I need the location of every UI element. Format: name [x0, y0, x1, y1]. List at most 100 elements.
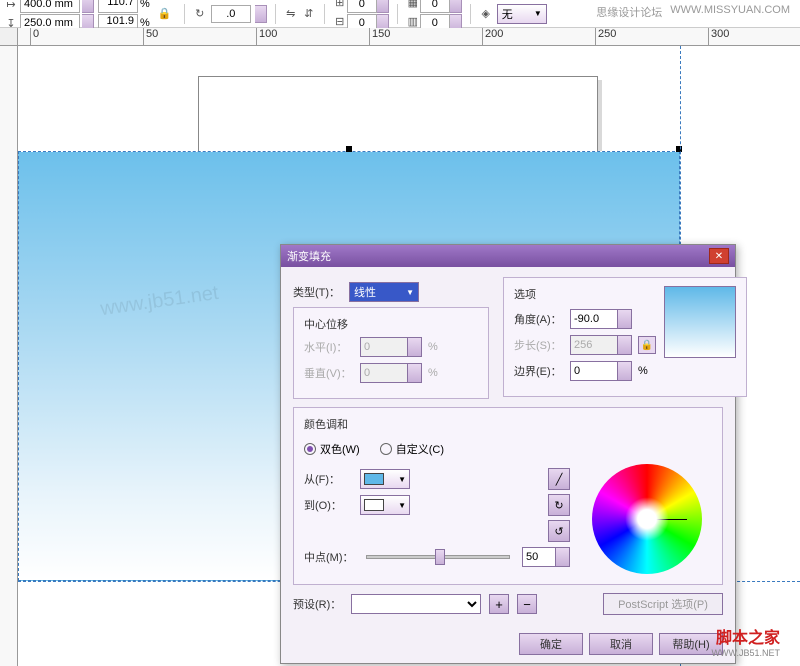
- to-swatch: [364, 499, 384, 511]
- outline-value: 无: [502, 6, 513, 22]
- steps-label: 步长(S)：: [514, 337, 564, 353]
- midpoint-input[interactable]: [522, 547, 556, 567]
- lock-aspect-icon[interactable]: 🔒: [158, 7, 172, 21]
- selection-handle[interactable]: [346, 146, 352, 152]
- grid-y-icon: ▥: [406, 14, 420, 28]
- gradient-preview: [664, 286, 736, 358]
- angle-label: 角度(A)：: [514, 311, 564, 327]
- preset-combo[interactable]: [351, 594, 481, 614]
- options-fieldset: 选项 角度(A)： 步长(S)： 🔒 边界(E)：: [503, 277, 747, 397]
- spinner[interactable]: [377, 0, 389, 13]
- edge-input[interactable]: [570, 361, 618, 381]
- dialog-body: 类型(T)： 线性▼ 中心位移 水平(I)： % 垂直(V)： %: [281, 267, 735, 625]
- ruler-tick: 200: [482, 28, 503, 46]
- cw-path-button[interactable]: ↻: [548, 494, 570, 516]
- from-color-picker[interactable]: ▼: [360, 469, 410, 489]
- midpoint-slider[interactable]: [366, 555, 510, 559]
- spinner[interactable]: [618, 309, 632, 329]
- spinner[interactable]: [618, 361, 632, 381]
- ruler-tick: 100: [256, 28, 277, 46]
- wm-bottom-en: WWW.JB51.NET: [711, 648, 780, 658]
- to-label: 到(O)：: [304, 497, 354, 513]
- preset-add-button[interactable]: +: [489, 594, 509, 614]
- spinner: [408, 363, 422, 383]
- separator: [184, 4, 185, 24]
- width-input[interactable]: [20, 0, 80, 13]
- center-offset-fieldset: 中心位移 水平(I)： % 垂直(V)： %: [293, 307, 489, 399]
- radio-icon: [380, 443, 392, 455]
- color-wheel[interactable]: [592, 464, 702, 574]
- mirror-h-icon[interactable]: ⇋: [284, 7, 298, 21]
- from-swatch: [364, 473, 384, 485]
- ruler-tick: 250: [595, 28, 616, 46]
- separator: [397, 4, 398, 24]
- ruler-tick: 0: [30, 28, 39, 46]
- color-wheel-container: [582, 464, 712, 574]
- outline-combo[interactable]: 无▼: [497, 4, 547, 24]
- preset-label: 预设(R)：: [293, 596, 343, 612]
- ruler-tick: 50: [143, 28, 158, 46]
- dup-x-input[interactable]: [347, 0, 377, 13]
- vert-input: [360, 363, 408, 383]
- close-button[interactable]: ✕: [709, 248, 729, 264]
- direct-path-button[interactable]: ╱: [548, 468, 570, 490]
- blend-label: 颜色调和: [304, 416, 712, 432]
- ruler-tick: 150: [369, 28, 390, 46]
- dialog-titlebar[interactable]: 渐变填充 ✕: [281, 245, 735, 267]
- from-label: 从(F)：: [304, 471, 354, 487]
- edge-unit: %: [638, 365, 648, 377]
- rotate-icon: ↻: [193, 7, 207, 21]
- dialog-title-text: 渐变填充: [287, 248, 331, 264]
- angle-input[interactable]: [570, 309, 618, 329]
- selection-handle[interactable]: [676, 146, 682, 152]
- width-arrow-icon: ↦: [4, 0, 18, 11]
- grid-x-input[interactable]: [420, 0, 450, 13]
- width-spinner[interactable]: [82, 0, 94, 13]
- custom-label: 自定义(C): [396, 441, 444, 457]
- radio-icon: [304, 443, 316, 455]
- dup-x-icon: ⊞: [333, 0, 347, 9]
- horiz-label: 水平(I)：: [304, 339, 354, 355]
- ok-button[interactable]: 确定: [519, 633, 583, 655]
- two-color-label: 双色(W): [320, 441, 360, 457]
- center-offset-label: 中心位移: [304, 316, 478, 332]
- lock-icon[interactable]: 🔒: [638, 336, 656, 354]
- to-color-picker[interactable]: ▼: [360, 495, 410, 515]
- type-combo[interactable]: 线性▼: [349, 282, 419, 302]
- steps-input: [570, 335, 618, 355]
- type-label: 类型(T)：: [293, 284, 343, 300]
- two-color-radio[interactable]: 双色(W): [304, 441, 360, 457]
- wm-bottom-cn: 脚本之家: [711, 624, 780, 648]
- spinner[interactable]: [450, 0, 462, 13]
- vert-label: 垂直(V)：: [304, 365, 354, 381]
- preset-remove-button[interactable]: −: [517, 594, 537, 614]
- horiz-input: [360, 337, 408, 357]
- rotation-input[interactable]: [211, 5, 251, 23]
- preset-row: 预设(R)： + − PostScript 选项(P): [293, 593, 723, 615]
- dialog-footer: 确定 取消 帮助(H): [281, 625, 735, 663]
- custom-radio[interactable]: 自定义(C): [380, 441, 444, 457]
- spinner[interactable]: [556, 547, 570, 567]
- scale-x-value[interactable]: 110.7: [98, 0, 138, 13]
- gradient-fill-dialog: 渐变填充 ✕ 类型(T)： 线性▼ 中心位移 水平(I)： % 垂直(V)：: [280, 244, 736, 664]
- ruler-corner: [0, 28, 18, 46]
- wm-top-cn: 思缘设计论坛: [596, 4, 662, 20]
- watermark-bottom: 脚本之家 WWW.JB51.NET: [711, 624, 780, 658]
- cancel-button[interactable]: 取消: [589, 633, 653, 655]
- grid-x-icon: ▦: [406, 0, 420, 9]
- separator: [324, 4, 325, 24]
- ruler-vertical[interactable]: [0, 46, 18, 666]
- ruler-horizontal[interactable]: 0 50 100 150 200 250 300: [18, 28, 800, 46]
- ccw-path-button[interactable]: ↺: [548, 520, 570, 542]
- separator: [275, 4, 276, 24]
- rotation-spinner[interactable]: [255, 5, 267, 23]
- midpoint-label: 中点(M)：: [304, 549, 354, 565]
- wm-top-en: WWW.MISSYUAN.COM: [670, 4, 790, 20]
- postscript-options-button: PostScript 选项(P): [603, 593, 723, 615]
- slider-thumb[interactable]: [435, 549, 445, 565]
- pct: %: [428, 367, 478, 379]
- ruler-tick: 300: [708, 28, 729, 46]
- wheel-indicator: [647, 519, 687, 520]
- mirror-v-icon[interactable]: ⇵: [302, 7, 316, 21]
- pct-label: %: [140, 0, 150, 10]
